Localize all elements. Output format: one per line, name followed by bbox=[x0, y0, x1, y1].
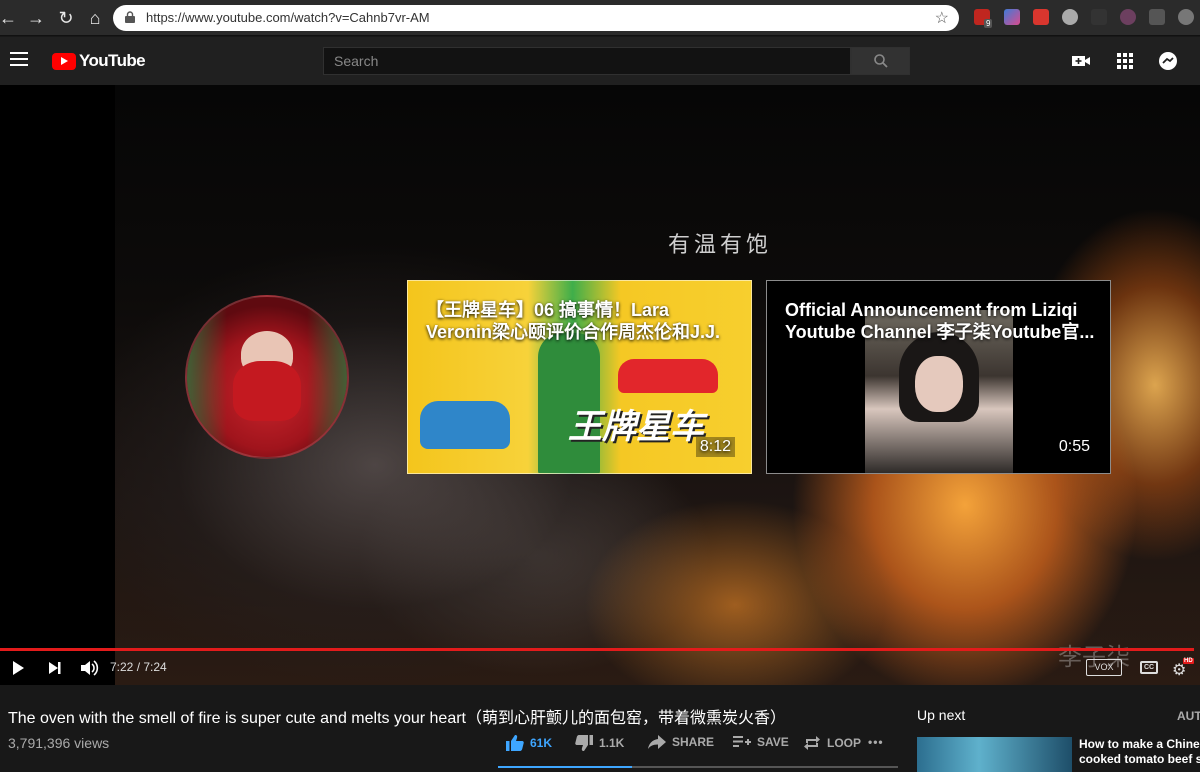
dislike-button[interactable]: 1.1K bbox=[575, 735, 624, 751]
captions-button[interactable]: CC bbox=[1140, 661, 1158, 674]
hd-badge: HD bbox=[1183, 658, 1194, 664]
like-count: 61K bbox=[530, 736, 553, 750]
more-actions-button[interactable]: ••• bbox=[868, 735, 884, 749]
endcard-title: 【王牌星车】06 搞事情！Lara Veronin梁心颐评价合作周杰伦和J.J. bbox=[426, 300, 721, 342]
back-arrow-icon[interactable]: ← bbox=[0, 6, 20, 30]
dislike-count: 1.1K bbox=[599, 736, 625, 750]
messages-icon[interactable] bbox=[1158, 51, 1178, 71]
create-video-icon[interactable] bbox=[1071, 51, 1091, 71]
video-overlay-caption: 有温有饱 bbox=[668, 233, 773, 258]
endcard-duration: 0:55 bbox=[1054, 437, 1094, 457]
lock-icon bbox=[125, 11, 135, 23]
logo-text: YouTube bbox=[79, 51, 146, 70]
loop-icon bbox=[804, 736, 820, 750]
extension-icon[interactable] bbox=[1033, 9, 1049, 25]
up-next-title-line: How to make a Chine bbox=[1079, 737, 1200, 751]
video-title: The oven with the smell of fire is super… bbox=[8, 710, 786, 727]
url-text: https://www.youtube.com/watch?v=Cahnb7vr… bbox=[146, 10, 430, 25]
loop-button[interactable]: LOOP bbox=[803, 736, 861, 750]
player-controls: 7:22 / 7:24 VOX CC ⚙ HD bbox=[0, 652, 1200, 684]
extension-badge: 9 bbox=[984, 19, 993, 28]
save-button[interactable]: SAVE bbox=[733, 735, 789, 749]
avatar-veil bbox=[233, 361, 301, 421]
video-info: The oven with the smell of fire is super… bbox=[0, 685, 1200, 772]
apps-grid-icon[interactable] bbox=[1115, 51, 1135, 71]
extension-icon[interactable] bbox=[1004, 9, 1020, 25]
forward-arrow-icon[interactable]: → bbox=[24, 6, 48, 30]
search-button[interactable] bbox=[851, 47, 910, 75]
bookmark-star-icon[interactable]: ☆ bbox=[935, 8, 949, 28]
thumbnail-brand-text: 王牌星车 bbox=[568, 408, 704, 446]
thumbnail-graphic bbox=[618, 359, 718, 393]
up-next-title[interactable]: How to make a Chine cooked tomato beef s bbox=[1079, 737, 1200, 767]
reload-icon[interactable]: ↻ bbox=[54, 6, 78, 30]
thumbnail-graphic bbox=[420, 401, 510, 449]
endscreen-video-card[interactable]: Official Announcement from Liziqi Youtub… bbox=[766, 280, 1111, 474]
play-icon[interactable] bbox=[10, 658, 26, 678]
vox-button[interactable]: VOX bbox=[1086, 659, 1122, 676]
browser-toolbar: ← → ↻ ⌂ https://www.youtube.com/watch?v=… bbox=[0, 0, 1200, 36]
endscreen-channel-avatar[interactable] bbox=[185, 295, 349, 459]
share-button[interactable]: SHARE bbox=[648, 735, 714, 749]
extension-icon[interactable] bbox=[1149, 9, 1165, 25]
search-input[interactable]: Search bbox=[323, 47, 851, 75]
time-display: 7:22 / 7:24 bbox=[110, 660, 167, 674]
up-next-title-line: cooked tomato beef s bbox=[1079, 752, 1200, 766]
endcard-title: Official Announcement from Liziqi Youtub… bbox=[785, 300, 1095, 342]
avatar-background bbox=[187, 297, 227, 457]
avatar-background bbox=[307, 297, 347, 457]
youtube-masthead: YouTube Search bbox=[0, 37, 1200, 85]
share-label: SHARE bbox=[672, 735, 715, 749]
account-icon[interactable] bbox=[1178, 9, 1194, 25]
extension-icon[interactable] bbox=[1091, 9, 1107, 25]
endscreen-video-card[interactable]: 王牌星车 【王牌星车】06 搞事情！Lara Veronin梁心颐评价合作周杰伦… bbox=[407, 280, 752, 474]
next-video-icon[interactable] bbox=[47, 658, 63, 678]
menu-icon[interactable] bbox=[10, 52, 28, 66]
address-bar[interactable]: https://www.youtube.com/watch?v=Cahnb7vr… bbox=[113, 5, 959, 31]
endcard-duration: 8:12 bbox=[695, 437, 735, 457]
loop-label: LOOP bbox=[827, 736, 862, 750]
thumbs-up-icon bbox=[506, 735, 524, 751]
save-label: SAVE bbox=[757, 735, 789, 749]
up-next-heading: Up next bbox=[917, 707, 966, 723]
home-icon[interactable]: ⌂ bbox=[83, 6, 107, 30]
add-to-playlist-icon bbox=[733, 736, 751, 747]
view-count: 3,791,396 views bbox=[8, 735, 110, 751]
play-logo-icon bbox=[52, 52, 76, 70]
video-player[interactable]: 有温有饱 李子柒 王牌星车 【王牌星车】06 搞事情！Lara Veronin梁… bbox=[0, 85, 1200, 685]
volume-icon[interactable] bbox=[79, 658, 99, 678]
search-icon bbox=[874, 54, 888, 68]
thumbs-down-icon bbox=[575, 735, 593, 751]
share-icon bbox=[648, 735, 666, 749]
thumbnail-graphic bbox=[915, 356, 963, 412]
sentiment-bar-likes bbox=[498, 766, 632, 768]
autoplay-label: AUT bbox=[1177, 709, 1200, 723]
up-next-thumbnail[interactable] bbox=[917, 737, 1072, 772]
profile-icon[interactable] bbox=[1120, 9, 1136, 25]
progress-bar[interactable] bbox=[0, 648, 1194, 651]
extension-icon[interactable] bbox=[1062, 9, 1078, 25]
like-button[interactable]: 61K bbox=[506, 735, 552, 751]
youtube-logo[interactable]: YouTube bbox=[52, 51, 146, 71]
